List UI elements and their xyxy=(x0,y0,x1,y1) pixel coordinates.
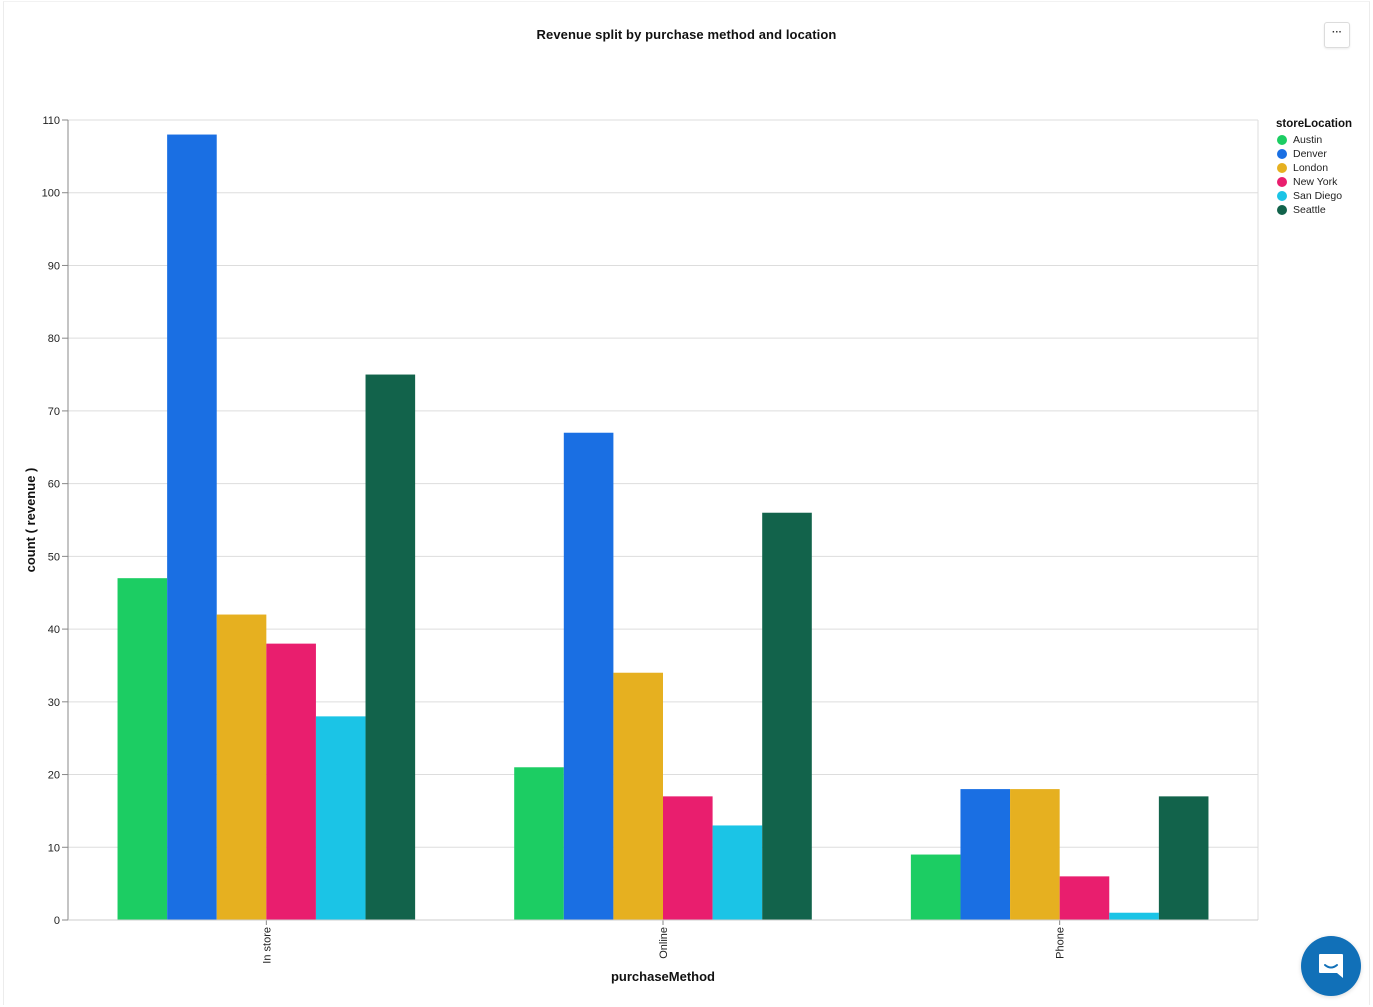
legend-swatch xyxy=(1277,149,1287,159)
bar-san-diego-online[interactable] xyxy=(712,825,763,920)
legend: storeLocation Austin Denver London New York… xyxy=(1276,118,1352,217)
chat-bubble-icon xyxy=(1319,954,1343,978)
legend-label: Seattle xyxy=(1293,204,1326,216)
legend-item-austin[interactable]: Austin xyxy=(1276,133,1352,147)
bar-seattle-online[interactable] xyxy=(762,512,812,920)
y-tick-label: 40 xyxy=(48,624,60,636)
x-tick-label: Online xyxy=(658,927,670,959)
bar-seattle-phone[interactable] xyxy=(1158,796,1209,920)
y-tick-label: 30 xyxy=(48,697,60,709)
y-tick-label: 80 xyxy=(48,333,60,345)
legend-swatch xyxy=(1277,205,1287,215)
legend-swatch xyxy=(1277,177,1287,187)
bar-denver-in-store[interactable] xyxy=(167,134,217,920)
bar-new-york-in-store[interactable] xyxy=(266,643,316,920)
legend-label: Denver xyxy=(1293,148,1327,160)
bars xyxy=(117,134,1209,921)
y-axis-label: count ( revenue ) xyxy=(23,468,38,573)
bar-denver-phone[interactable] xyxy=(960,789,1011,920)
legend-swatch xyxy=(1277,163,1287,173)
bar-austin-online[interactable] xyxy=(514,767,564,920)
legend-item-denver[interactable]: Denver xyxy=(1276,147,1352,161)
bar-seattle-in-store[interactable] xyxy=(365,374,416,921)
legend-swatch xyxy=(1277,135,1287,145)
y-tick-label: 60 xyxy=(48,479,60,491)
chat-widget-button[interactable] xyxy=(1301,936,1361,996)
x-tick-label: In store xyxy=(261,927,273,964)
bar-denver-online[interactable] xyxy=(563,432,614,920)
bar-chart: 0 10 20 30 40 50 60 70 80 90 100 110 In store Online P… xyxy=(23,115,1259,984)
y-tick-label: 50 xyxy=(48,551,60,563)
legend-item-san-diego[interactable]: San Diego xyxy=(1276,189,1352,203)
y-tick-label: 0 xyxy=(54,915,60,927)
bar-london-in-store[interactable] xyxy=(216,614,267,920)
bar-austin-phone[interactable] xyxy=(910,854,961,920)
bar-new-york-phone[interactable] xyxy=(1059,876,1110,920)
bar-austin-in-store[interactable] xyxy=(117,578,168,920)
legend-label: San Diego xyxy=(1293,190,1343,202)
bar-london-phone[interactable] xyxy=(1010,789,1060,920)
legend-item-seattle[interactable]: Seattle xyxy=(1276,203,1352,217)
y-tick-label: 100 xyxy=(42,188,60,200)
y-tick-label: 10 xyxy=(48,842,60,854)
y-tick-label: 70 xyxy=(48,406,60,418)
legend-label: London xyxy=(1293,162,1329,174)
x-tick-label: Phone xyxy=(1055,927,1067,959)
bar-san-diego-phone[interactable] xyxy=(1109,912,1159,920)
y-tick-label: 20 xyxy=(48,770,60,782)
x-axis-label: purchaseMethod xyxy=(611,969,715,984)
y-tick-label: 110 xyxy=(42,115,60,127)
legend-label: New York xyxy=(1293,176,1338,188)
legend-item-london[interactable]: London xyxy=(1276,161,1352,175)
y-tick-label: 90 xyxy=(48,260,60,272)
legend-item-new-york[interactable]: New York xyxy=(1276,175,1352,189)
bar-san-diego-in-store[interactable] xyxy=(315,716,366,920)
bar-london-online[interactable] xyxy=(613,672,663,920)
bar-new-york-online[interactable] xyxy=(663,796,713,920)
legend-swatch xyxy=(1277,191,1287,201)
legend-label: Austin xyxy=(1293,134,1323,146)
legend-title: storeLocation xyxy=(1276,118,1353,130)
